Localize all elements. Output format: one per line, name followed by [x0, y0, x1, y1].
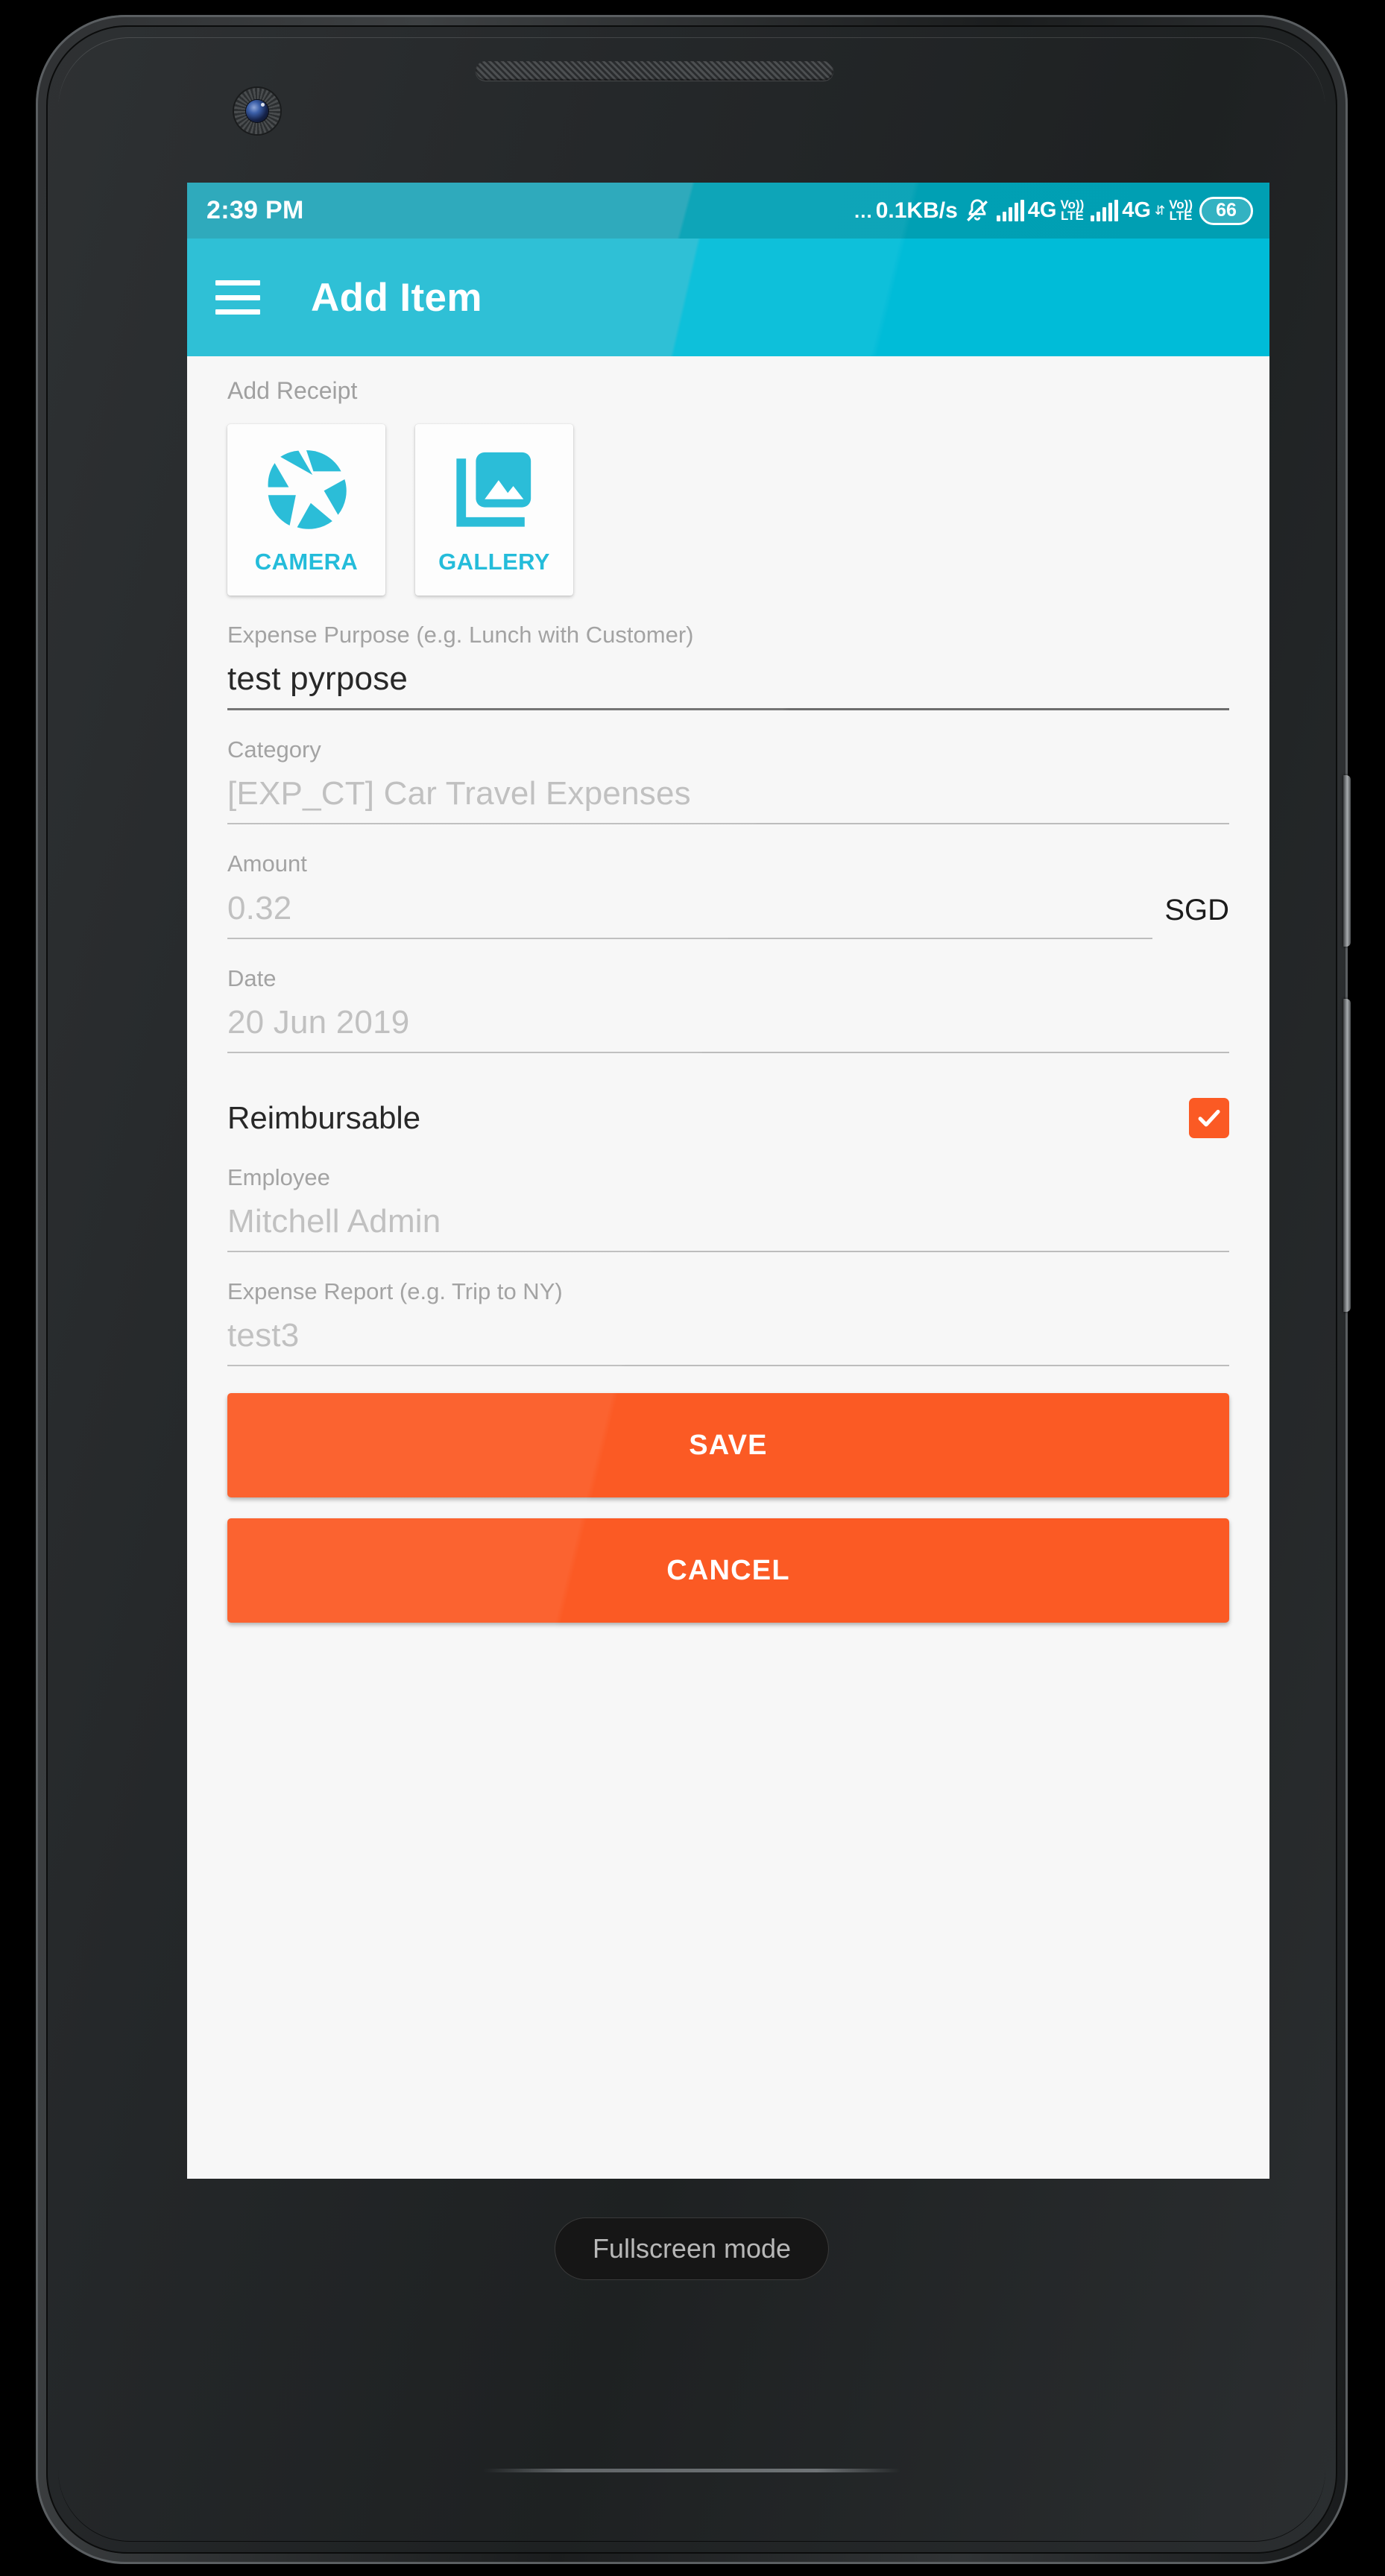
check-icon [1198, 1109, 1220, 1127]
hamburger-menu-icon[interactable] [215, 280, 260, 315]
date-label: Date [227, 965, 277, 991]
sim2-volte-bottom: LTE [1169, 208, 1193, 223]
date-line: 20 Jun 2019 [227, 992, 1229, 1053]
category-line: [EXP_CT] Car Travel Expenses [227, 763, 1229, 825]
category-label: Category [227, 736, 321, 763]
status-bar: 2:39 PM ... 0.1KB/s 4G Vo)) LTE 4G ⇵ Vo)… [187, 183, 1269, 239]
sim1-indicator: 4G Vo)) LTE [996, 198, 1084, 223]
gallery-button-label: GALLERY [438, 548, 550, 575]
receipt-source-options: CAMERA GALLERY [187, 405, 1269, 596]
network-speed-dots: ... [854, 199, 873, 222]
reimbursable-label: Reimbursable [227, 1099, 421, 1135]
sim2-indicator: 4G ⇵ Vo)) LTE [1091, 198, 1193, 223]
photo-library-icon [450, 445, 538, 537]
form-content: Add Receipt CAMERA GALLERY Expense Purpo… [187, 356, 1269, 2179]
power-button[interactable] [1343, 775, 1351, 947]
amount-line: 0.32 SGD [227, 878, 1229, 939]
expense-purpose-line: test pyrpose [227, 648, 1229, 711]
field-expense-purpose: Expense Purpose (e.g. Lunch with Custome… [187, 621, 1269, 711]
employee-input[interactable]: Mitchell Admin [227, 1191, 1229, 1252]
data-transfer-arrows-icon: ⇵ [1154, 203, 1166, 218]
phone-device: 2:39 PM ... 0.1KB/s 4G Vo)) LTE 4G ⇵ Vo)… [36, 15, 1351, 2564]
field-date: Date 20 Jun 2019 [187, 965, 1269, 1053]
amount-input[interactable]: 0.32 [227, 878, 1153, 939]
expense-report-input[interactable]: test3 [227, 1305, 1229, 1367]
phone-screen: 2:39 PM ... 0.1KB/s 4G Vo)) LTE 4G ⇵ Vo)… [187, 183, 1269, 2179]
sim1-network-type: 4G [1027, 198, 1057, 222]
network-speed-value: 0.1KB/s [875, 198, 958, 223]
date-input[interactable]: 20 Jun 2019 [227, 992, 1229, 1053]
app-bar: Add Item [187, 239, 1269, 356]
amount-label: Amount [227, 850, 307, 877]
device-bottom-seam [483, 2469, 900, 2472]
page-title: Add Item [311, 275, 482, 320]
camera-button[interactable]: CAMERA [227, 424, 385, 596]
camera-lens [246, 100, 268, 122]
cancel-button[interactable]: CANCEL [227, 1518, 1229, 1623]
volume-button[interactable] [1343, 999, 1351, 1312]
action-buttons: SAVE CANCEL [187, 1366, 1269, 1623]
bell-muted-icon [965, 198, 990, 224]
field-category: Category [EXP_CT] Car Travel Expenses [187, 736, 1269, 825]
sim1-volte-icon: Vo)) LTE [1060, 198, 1084, 223]
earpiece-speaker [476, 61, 833, 80]
save-button[interactable]: SAVE [227, 1393, 1229, 1498]
gallery-button[interactable]: GALLERY [415, 424, 573, 596]
status-bar-icons: ... 0.1KB/s 4G Vo)) LTE 4G ⇵ Vo)) LTE 66 [854, 196, 1253, 225]
camera-aperture-icon [262, 445, 350, 537]
camera-button-label: CAMERA [254, 548, 359, 575]
category-input[interactable]: [EXP_CT] Car Travel Expenses [227, 763, 1229, 825]
employee-line: Mitchell Admin [227, 1191, 1229, 1252]
fullscreen-mode-button[interactable]: Fullscreen mode [554, 2217, 830, 2280]
reimbursable-row[interactable]: Reimbursable [187, 1053, 1269, 1138]
field-expense-report: Expense Report (e.g. Trip to NY) test3 [187, 1278, 1269, 1367]
add-receipt-label: Add Receipt [227, 377, 358, 404]
field-employee: Employee Mitchell Admin [187, 1164, 1269, 1252]
expense-report-label: Expense Report (e.g. Trip to NY) [227, 1278, 563, 1304]
expense-purpose-label: Expense Purpose (e.g. Lunch with Custome… [227, 622, 694, 648]
reimbursable-checkbox[interactable] [1189, 1097, 1229, 1138]
currency-label: SGD [1164, 893, 1229, 926]
expense-report-line: test3 [227, 1305, 1229, 1367]
field-amount: Amount 0.32 SGD [187, 850, 1269, 939]
expense-purpose-input[interactable]: test pyrpose [227, 648, 1229, 711]
sim2-volte-icon: Vo)) LTE [1169, 198, 1193, 223]
sim1-volte-bottom: LTE [1060, 208, 1084, 223]
signal-bars-icon [1091, 199, 1119, 221]
battery-indicator: 66 [1199, 196, 1253, 225]
front-camera-icon [234, 88, 280, 134]
employee-label: Employee [227, 1164, 330, 1190]
status-clock: 2:39 PM [206, 196, 304, 224]
signal-bars-icon [996, 199, 1024, 221]
sim2-network-type: 4G [1122, 198, 1151, 222]
network-speed-indicator: ... 0.1KB/s [854, 198, 958, 224]
